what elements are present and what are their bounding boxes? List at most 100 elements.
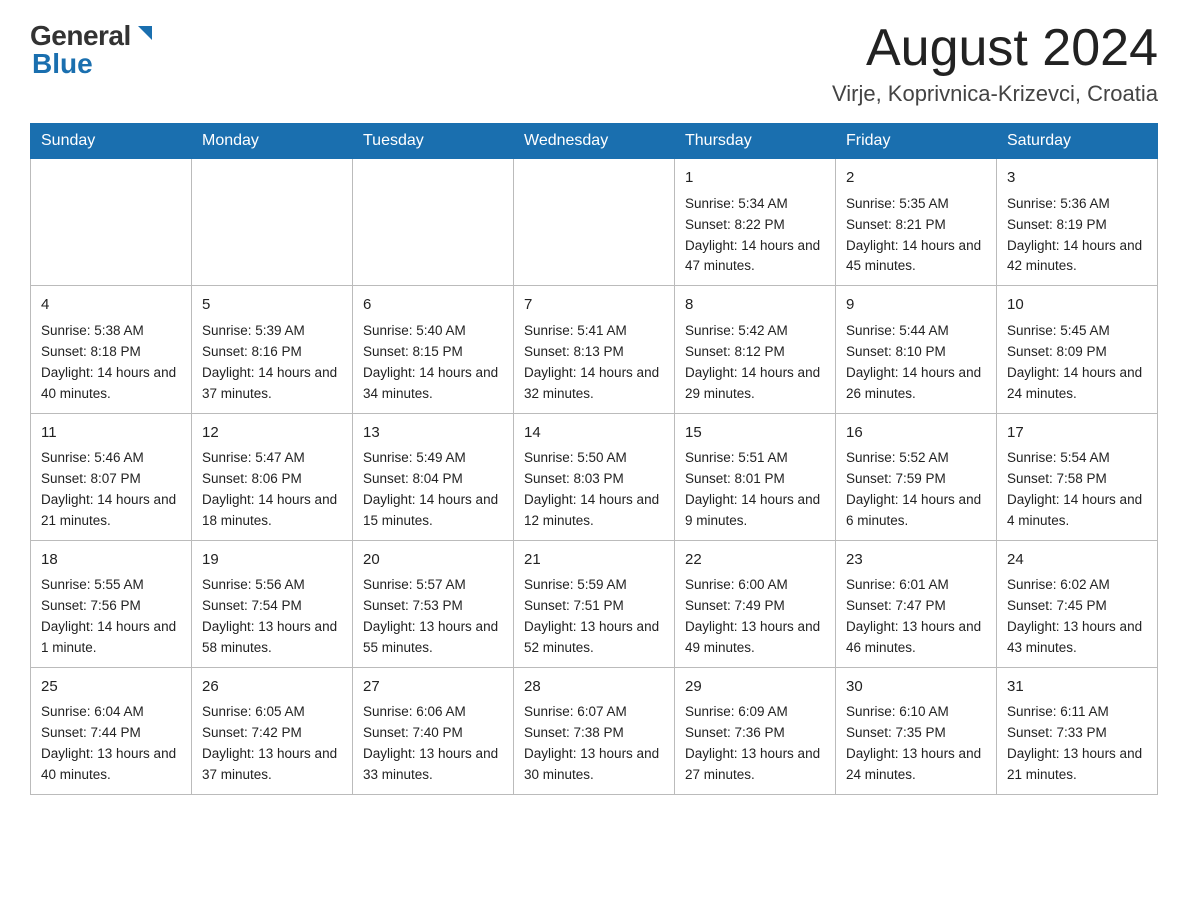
day-number: 19 <box>202 549 342 572</box>
day-number: 29 <box>685 676 825 699</box>
calendar-cell: 23Sunrise: 6:01 AMSunset: 7:47 PMDayligh… <box>836 540 997 667</box>
calendar-cell: 5 Sunrise: 5:39 AMSunset: 8:16 PMDaylight… <box>192 286 353 413</box>
calendar-cell: 6 Sunrise: 5:40 AMSunset: 8:15 PMDaylight… <box>353 286 514 413</box>
calendar-week-row: 18 Sunrise: 5:55 AMSunset: 7:56 PMDayligh… <box>31 540 1158 667</box>
col-header-monday: Monday <box>192 124 353 159</box>
day-info: Sunrise: 5:36 AMSunset: 8:19 PMDaylight:… <box>1007 194 1147 278</box>
day-info: Sunrise: 5:40 AMSunset: 8:15 PMDaylight:… <box>363 321 503 405</box>
calendar-week-row: 11 Sunrise: 5:46 AMSunset: 8:07 PMDayligh… <box>31 413 1158 540</box>
day-number: 31 <box>1007 676 1147 699</box>
day-info: Sunrise: 5:50 AMSunset: 8:03 PMDaylight:… <box>524 448 664 532</box>
title-area: August 2024 Virje, Koprivnica-Krizevci, … <box>832 20 1158 107</box>
calendar-cell: 14 Sunrise: 5:50 AMSunset: 8:03 PMDayligh… <box>514 413 675 540</box>
day-info: Sunrise: 5:54 AMSunset: 7:58 PMDaylight:… <box>1007 448 1147 532</box>
calendar-cell: 11 Sunrise: 5:46 AMSunset: 8:07 PMDayligh… <box>31 413 192 540</box>
page-header: General Blue August 2024 Virje, Koprivni… <box>30 20 1158 107</box>
col-header-friday: Friday <box>836 124 997 159</box>
day-info: Sunrise: 5:51 AMSunset: 8:01 PMDaylight:… <box>685 448 825 532</box>
day-number: 6 <box>363 294 503 317</box>
day-info: Sunrise: 6:09 AMSunset: 7:36 PMDaylight:… <box>685 702 825 786</box>
day-number: 3 <box>1007 167 1147 190</box>
day-info: Sunrise: 5:56 AMSunset: 7:54 PMDaylight:… <box>202 575 342 659</box>
day-number: 5 <box>202 294 342 317</box>
calendar-cell: 3 Sunrise: 5:36 AMSunset: 8:19 PMDaylight… <box>997 159 1158 286</box>
day-info: Sunrise: 6:11 AMSunset: 7:33 PMDaylight:… <box>1007 702 1147 786</box>
day-info: Sunrise: 5:41 AMSunset: 8:13 PMDaylight:… <box>524 321 664 405</box>
calendar-table: SundayMondayTuesdayWednesdayThursdayFrid… <box>30 123 1158 795</box>
day-info: Sunrise: 6:04 AMSunset: 7:44 PMDaylight:… <box>41 702 181 786</box>
calendar-week-row: 25 Sunrise: 6:04 AMSunset: 7:44 PMDayligh… <box>31 667 1158 794</box>
day-number: 30 <box>846 676 986 699</box>
col-header-thursday: Thursday <box>675 124 836 159</box>
day-info: Sunrise: 5:42 AMSunset: 8:12 PMDaylight:… <box>685 321 825 405</box>
calendar-cell: 4Sunrise: 5:38 AMSunset: 8:18 PMDaylight… <box>31 286 192 413</box>
day-info: Sunrise: 6:07 AMSunset: 7:38 PMDaylight:… <box>524 702 664 786</box>
calendar-cell: 27 Sunrise: 6:06 AMSunset: 7:40 PMDayligh… <box>353 667 514 794</box>
month-title: August 2024 <box>832 20 1158 77</box>
day-info: Sunrise: 6:10 AMSunset: 7:35 PMDaylight:… <box>846 702 986 786</box>
calendar-cell: 1Sunrise: 5:34 AMSunset: 8:22 PMDaylight… <box>675 159 836 286</box>
calendar-header-row: SundayMondayTuesdayWednesdayThursdayFrid… <box>31 124 1158 159</box>
day-info: Sunrise: 5:39 AMSunset: 8:16 PMDaylight:… <box>202 321 342 405</box>
day-number: 25 <box>41 676 181 699</box>
day-number: 22 <box>685 549 825 572</box>
col-header-tuesday: Tuesday <box>353 124 514 159</box>
day-number: 16 <box>846 422 986 445</box>
day-number: 17 <box>1007 422 1147 445</box>
day-info: Sunrise: 5:59 AMSunset: 7:51 PMDaylight:… <box>524 575 664 659</box>
calendar-cell: 29 Sunrise: 6:09 AMSunset: 7:36 PMDayligh… <box>675 667 836 794</box>
logo: General Blue <box>30 20 156 80</box>
logo-arrow-icon <box>134 22 156 44</box>
calendar-cell: 22 Sunrise: 6:00 AMSunset: 7:49 PMDayligh… <box>675 540 836 667</box>
calendar-cell <box>31 159 192 286</box>
day-info: Sunrise: 5:46 AMSunset: 8:07 PMDaylight:… <box>41 448 181 532</box>
calendar-cell: 25 Sunrise: 6:04 AMSunset: 7:44 PMDayligh… <box>31 667 192 794</box>
calendar-cell: 24 Sunrise: 6:02 AMSunset: 7:45 PMDayligh… <box>997 540 1158 667</box>
day-info: Sunrise: 5:34 AMSunset: 8:22 PMDaylight:… <box>685 194 825 278</box>
calendar-cell: 26 Sunrise: 6:05 AMSunset: 7:42 PMDayligh… <box>192 667 353 794</box>
day-number: 20 <box>363 549 503 572</box>
day-number: 15 <box>685 422 825 445</box>
day-info: Sunrise: 6:05 AMSunset: 7:42 PMDaylight:… <box>202 702 342 786</box>
day-number: 28 <box>524 676 664 699</box>
logo-blue-text: Blue <box>32 48 93 80</box>
calendar-cell: 18 Sunrise: 5:55 AMSunset: 7:56 PMDayligh… <box>31 540 192 667</box>
day-number: 24 <box>1007 549 1147 572</box>
day-info: Sunrise: 6:00 AMSunset: 7:49 PMDaylight:… <box>685 575 825 659</box>
day-number: 13 <box>363 422 503 445</box>
day-info: Sunrise: 5:52 AMSunset: 7:59 PMDaylight:… <box>846 448 986 532</box>
day-number: 11 <box>41 422 181 445</box>
calendar-cell: 8 Sunrise: 5:42 AMSunset: 8:12 PMDaylight… <box>675 286 836 413</box>
day-number: 26 <box>202 676 342 699</box>
calendar-cell <box>192 159 353 286</box>
calendar-cell: 20Sunrise: 5:57 AMSunset: 7:53 PMDayligh… <box>353 540 514 667</box>
day-info: Sunrise: 5:38 AMSunset: 8:18 PMDaylight:… <box>41 321 181 405</box>
calendar-cell: 13 Sunrise: 5:49 AMSunset: 8:04 PMDayligh… <box>353 413 514 540</box>
calendar-cell: 28 Sunrise: 6:07 AMSunset: 7:38 PMDayligh… <box>514 667 675 794</box>
day-number: 2 <box>846 167 986 190</box>
calendar-cell <box>353 159 514 286</box>
col-header-wednesday: Wednesday <box>514 124 675 159</box>
day-info: Sunrise: 5:55 AMSunset: 7:56 PMDaylight:… <box>41 575 181 659</box>
day-info: Sunrise: 5:47 AMSunset: 8:06 PMDaylight:… <box>202 448 342 532</box>
calendar-cell: 31 Sunrise: 6:11 AMSunset: 7:33 PMDayligh… <box>997 667 1158 794</box>
day-info: Sunrise: 6:06 AMSunset: 7:40 PMDaylight:… <box>363 702 503 786</box>
calendar-week-row: 4Sunrise: 5:38 AMSunset: 8:18 PMDaylight… <box>31 286 1158 413</box>
day-info: Sunrise: 5:44 AMSunset: 8:10 PMDaylight:… <box>846 321 986 405</box>
calendar-cell: 17 Sunrise: 5:54 AMSunset: 7:58 PMDayligh… <box>997 413 1158 540</box>
calendar-cell: 7Sunrise: 5:41 AMSunset: 8:13 PMDaylight… <box>514 286 675 413</box>
day-info: Sunrise: 6:02 AMSunset: 7:45 PMDaylight:… <box>1007 575 1147 659</box>
location-text: Virje, Koprivnica-Krizevci, Croatia <box>832 81 1158 107</box>
day-number: 12 <box>202 422 342 445</box>
day-number: 14 <box>524 422 664 445</box>
day-info: Sunrise: 6:01 AMSunset: 7:47 PMDaylight:… <box>846 575 986 659</box>
calendar-cell: 2Sunrise: 5:35 AMSunset: 8:21 PMDaylight… <box>836 159 997 286</box>
col-header-sunday: Sunday <box>31 124 192 159</box>
day-number: 27 <box>363 676 503 699</box>
day-number: 18 <box>41 549 181 572</box>
day-number: 8 <box>685 294 825 317</box>
day-info: Sunrise: 5:49 AMSunset: 8:04 PMDaylight:… <box>363 448 503 532</box>
day-number: 9 <box>846 294 986 317</box>
day-number: 10 <box>1007 294 1147 317</box>
calendar-cell: 15 Sunrise: 5:51 AMSunset: 8:01 PMDayligh… <box>675 413 836 540</box>
